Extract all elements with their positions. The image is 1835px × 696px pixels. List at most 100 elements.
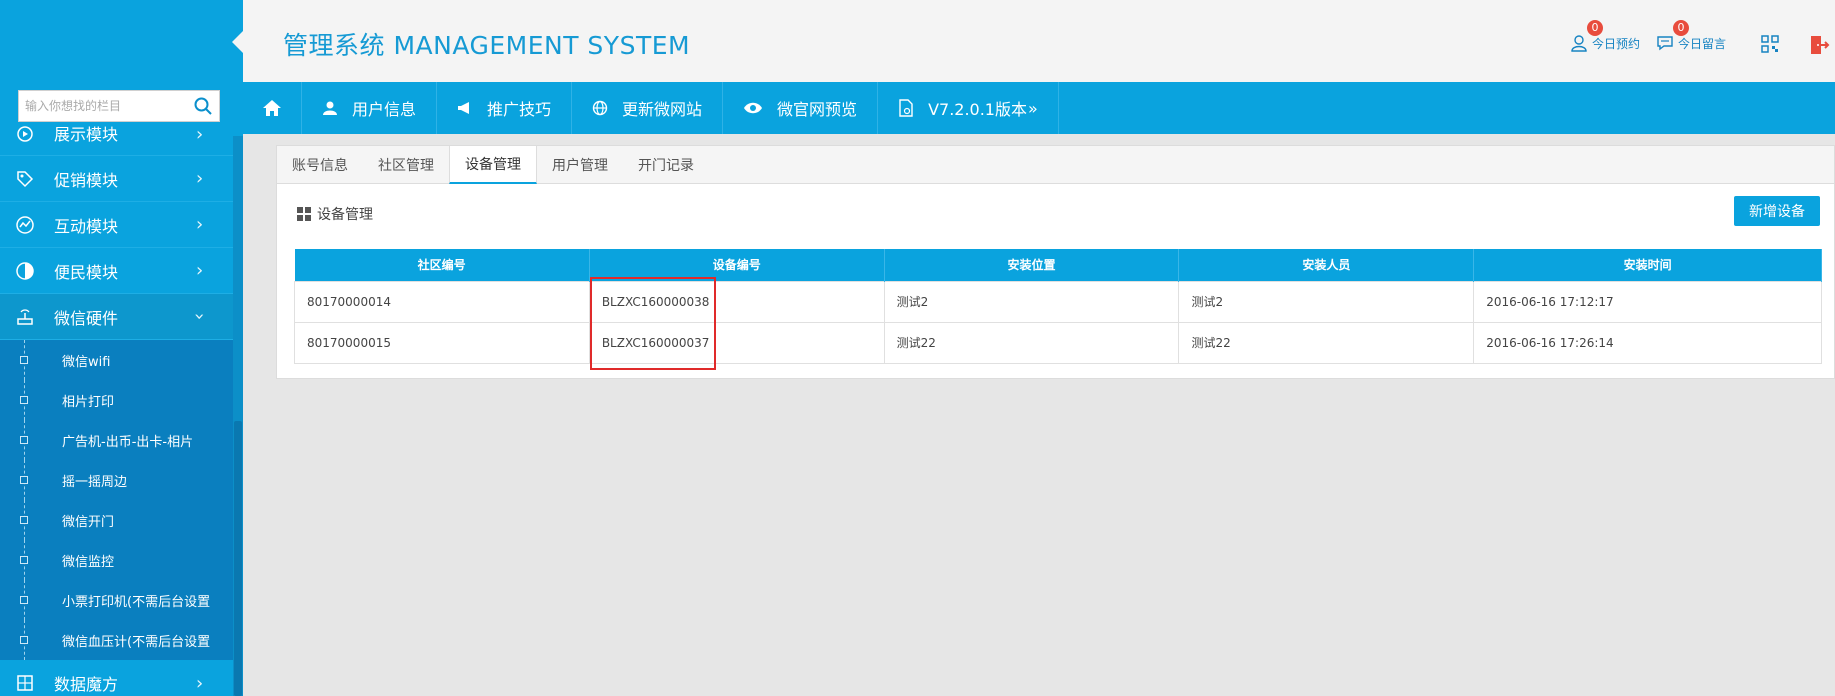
sidebar-item-promotion[interactable]: 促销模块 › (0, 156, 233, 202)
table-cell: 测试22 (1178, 321, 1475, 364)
tab-door-records[interactable]: 开门记录 (623, 146, 709, 184)
sidebar-scrollbar-thumb[interactable] (234, 421, 242, 696)
logout-icon[interactable] (1808, 34, 1830, 56)
sidebar-item-label: 展示模块 (54, 125, 119, 144)
sidebar-item-interaction[interactable]: 互动模块 › (0, 202, 233, 248)
tab-account-info[interactable]: 账号信息 (277, 146, 363, 184)
document-settings-icon (898, 99, 914, 117)
nav-version[interactable]: V7.2.0.1版本 » (878, 82, 1059, 134)
table-row[interactable]: 80170000014 BLZXC160000038 测试2 测试2 2016-… (294, 280, 1822, 323)
table-cell: 测试2 (1178, 280, 1475, 323)
tab-user-management[interactable]: 用户管理 (537, 146, 623, 184)
sidebar-scrollbar[interactable] (233, 136, 243, 696)
reservations-badge: 0 (1587, 20, 1603, 36)
table-cell: 测试22 (883, 321, 1180, 364)
user-icon (322, 100, 338, 116)
submenu-item-ad-machine[interactable]: 广告机-出币-出卡-相片 (0, 420, 233, 460)
nav-label: 更新微网站 (622, 100, 703, 119)
submenu-item-photo-print[interactable]: 相片打印 (0, 380, 233, 420)
submenu-item-receipt-printer[interactable]: 小票打印机(不需后台设置 (0, 580, 233, 620)
tab-community[interactable]: 社区管理 (363, 146, 449, 184)
nav-user-info[interactable]: 用户信息 (302, 82, 438, 134)
double-chevron-right-icon: » (1028, 98, 1038, 118)
submenu-item-shake[interactable]: 摇一摇周边 (0, 460, 233, 500)
submenu-item-wifi[interactable]: 微信wifi (0, 340, 233, 380)
submenu-item-label: 相片打印 (62, 394, 115, 410)
section-title: 设备管理 (297, 204, 373, 224)
column-header[interactable]: 社区编号 (294, 249, 590, 281)
chevron-right-icon: › (196, 124, 204, 145)
submenu-item-label: 广告机-出币-出卡-相片 (62, 434, 194, 450)
add-device-button[interactable]: 新增设备 (1734, 196, 1820, 226)
data-cube-icon (14, 672, 36, 694)
nav-site-preview[interactable]: 微官网预览 (723, 82, 879, 134)
tab-bar: 账号信息 社区管理 设备管理 用户管理 开门记录 (277, 146, 1834, 184)
section-title-text: 设备管理 (317, 207, 373, 223)
sidebar-item-label: 促销模块 (54, 170, 119, 190)
tab-device-management[interactable]: 设备管理 (449, 146, 537, 184)
service-icon (14, 260, 36, 282)
tree-node-icon (20, 516, 28, 524)
display-icon (14, 123, 36, 145)
interaction-icon (14, 214, 36, 236)
tag-icon (14, 168, 36, 190)
router-icon (14, 306, 36, 328)
chevron-right-icon: › (196, 214, 204, 235)
today-reservations[interactable]: 今日预约 0 (1570, 20, 1641, 52)
nav-promotion-tips[interactable]: 推广技巧 (437, 82, 573, 134)
search-icon[interactable] (193, 96, 213, 116)
tree-node-icon (20, 596, 28, 604)
annotation-highlight-box (590, 277, 716, 370)
wechat-hardware-submenu: 微信wifi 相片打印 广告机-出币-出卡-相片 摇一摇周边 微信开门 微信监控… (0, 340, 233, 660)
nav-label: 推广技巧 (487, 100, 552, 119)
tree-node-icon (20, 356, 28, 364)
sidebar-item-label: 数据魔方 (54, 675, 119, 694)
user-icon (1571, 35, 1587, 52)
messages-badge: 0 (1673, 20, 1689, 36)
submenu-item-label: 微信开门 (62, 514, 115, 530)
sidebar-item-display[interactable]: 展示模块 › (0, 124, 233, 156)
chevron-down-icon: › (189, 312, 211, 321)
submenu-item-label: 摇一摇周边 (62, 474, 128, 490)
sidebar-collapse-notch[interactable] (232, 31, 243, 53)
table-row[interactable]: 80170000015 BLZXC160000037 测试22 测试22 201… (294, 321, 1822, 364)
submenu-item-door-open[interactable]: 微信开门 (0, 500, 233, 540)
sidebar-search-input[interactable] (19, 91, 189, 121)
comment-icon (1657, 36, 1673, 51)
sidebar-item-wechat-hardware[interactable]: 微信硬件 › (0, 294, 233, 340)
top-nav: 用户信息 推广技巧 更新微网站 微官网预览 V7.2.0.1版本 » (243, 82, 1835, 134)
today-messages[interactable]: 今日留言 0 (1656, 20, 1726, 52)
sidebar-search (18, 90, 220, 122)
submenu-item-blood-pressure[interactable]: 微信血压计(不需后台设置 (0, 620, 233, 660)
chevron-right-icon: › (196, 260, 204, 281)
tree-node-icon (20, 436, 28, 444)
app-title: 管理系统 MANAGEMENT SYSTEM (283, 31, 691, 60)
column-header[interactable]: 安装位置 (884, 249, 1180, 281)
column-header[interactable]: 安装人员 (1178, 249, 1475, 281)
sidebar-item-label: 便民模块 (54, 262, 119, 282)
submenu-item-monitor[interactable]: 微信监控 (0, 540, 233, 580)
submenu-item-label: 微信血压计(不需后台设置 (62, 634, 211, 650)
reservations-label: 今日预约 (1592, 36, 1641, 51)
home-button[interactable] (243, 82, 302, 134)
globe-icon (592, 100, 608, 116)
sidebar-nav: 展示模块 › 促销模块 › 互动模块 › 便民模块 › 微信硬件 › 微信wif… (0, 124, 233, 696)
sidebar-top (0, 0, 243, 82)
grid-icon (297, 207, 311, 221)
home-icon (263, 100, 281, 116)
eye-icon (743, 101, 763, 115)
table-cell: 2016-06-16 17:26:14 (1473, 321, 1822, 364)
table-cell: 80170000014 (294, 280, 590, 323)
sidebar-item-service[interactable]: 便民模块 › (0, 248, 233, 294)
nav-label: V7.2.0.1版本 (928, 100, 1027, 119)
qrcode-icon[interactable] (1760, 34, 1780, 54)
device-table: 社区编号 设备编号 安装位置 安装人员 安装时间 80170000014 BLZ… (294, 249, 1822, 364)
column-header[interactable]: 安装时间 (1473, 249, 1822, 281)
sidebar: 展示模块 › 促销模块 › 互动模块 › 便民模块 › (0, 0, 243, 696)
chevron-right-icon: › (196, 672, 204, 694)
tree-node-icon (20, 556, 28, 564)
sidebar-item-data-cube[interactable]: 数据魔方 › (0, 660, 233, 696)
tree-node-icon (20, 396, 28, 404)
submenu-item-label: 微信监控 (62, 554, 115, 570)
nav-update-microsite[interactable]: 更新微网站 (572, 82, 724, 134)
